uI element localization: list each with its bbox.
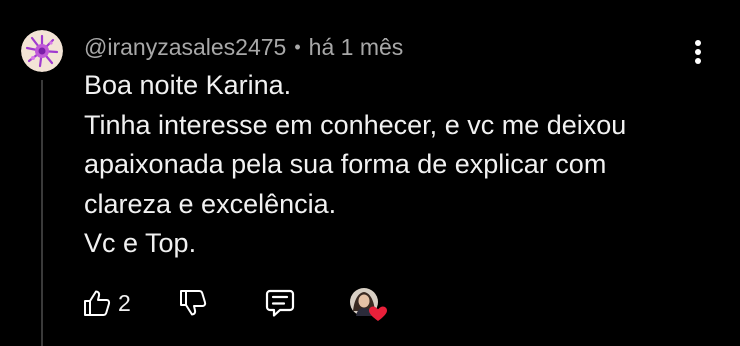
meta-separator: • xyxy=(294,36,301,57)
thread-line xyxy=(41,80,43,346)
reply-comment-icon xyxy=(265,289,295,317)
like-button[interactable]: 2 xyxy=(82,285,131,321)
creator-heart-badge xyxy=(348,287,388,323)
comment: @iranyzasales2475 • há 1 mês Boa noite K… xyxy=(0,0,740,346)
comment-timestamp[interactable]: há 1 mês xyxy=(309,34,404,61)
comment-body: Boa noite Karina. Tinha interesse em con… xyxy=(84,66,684,264)
author-avatar[interactable] xyxy=(21,30,63,72)
like-count: 2 xyxy=(118,289,131,316)
comment-line: Vc e Top. xyxy=(84,228,197,258)
comment-meta: @iranyzasales2475 • há 1 mês xyxy=(84,33,403,61)
avatar-image xyxy=(21,30,63,72)
thumbs-down-icon xyxy=(180,290,207,316)
more-vertical-icon xyxy=(695,40,701,64)
comment-line: Tinha interesse em conhecer, e vc me dei… xyxy=(84,109,627,140)
author-handle[interactable]: @iranyzasales2475 xyxy=(84,34,286,61)
comment-line: Boa noite Karina. xyxy=(84,70,292,100)
comment-line: apaixonada pela sua forma de explicar co… xyxy=(84,149,607,179)
thumbs-up-icon xyxy=(84,290,111,316)
dislike-button[interactable] xyxy=(178,285,208,321)
comment-menu-button[interactable] xyxy=(684,36,712,68)
creator-heart-icon xyxy=(350,288,387,321)
reply-button[interactable] xyxy=(264,285,296,321)
comment-line: clareza e excelência. xyxy=(84,188,337,219)
